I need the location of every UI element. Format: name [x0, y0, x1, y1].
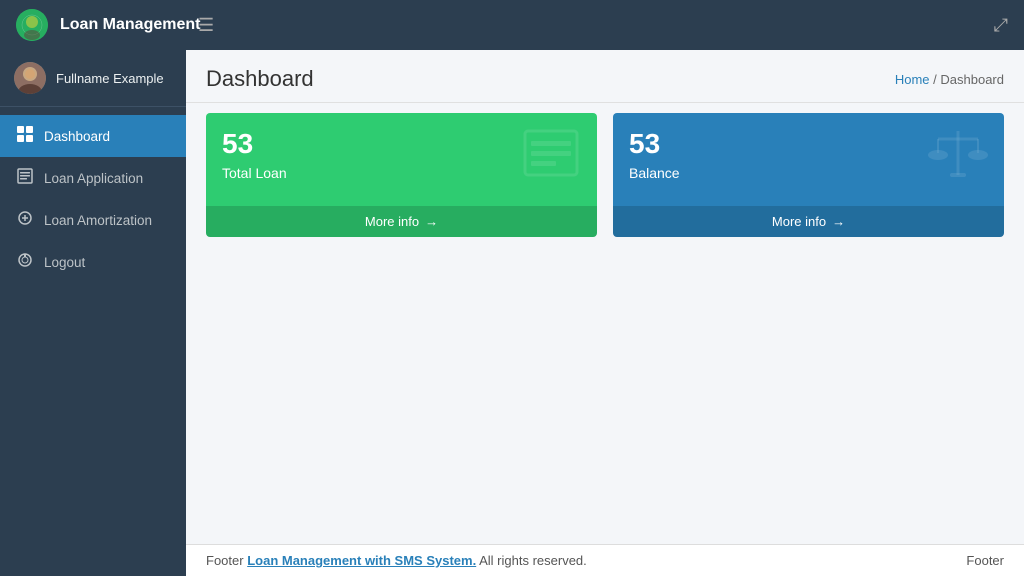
top-navbar: Loan Management ☰ ⤢: [0, 0, 1024, 50]
sidebar-item-logout-label: Logout: [44, 255, 85, 270]
footer-prefix: Footer: [206, 553, 244, 568]
footer-left: Footer Loan Management with SMS System. …: [206, 553, 587, 568]
hamburger-icon[interactable]: ☰: [198, 15, 214, 36]
page-footer: Footer Loan Management with SMS System. …: [186, 544, 1024, 576]
app-title: Loan Management: [60, 16, 200, 34]
main-layout: Fullname Example Dashboard: [0, 50, 1024, 576]
app-logo: [16, 9, 48, 41]
main-content: Dashboard Home / Dashboard 53 Total Loan: [186, 50, 1024, 576]
balance-arrow-icon: →: [832, 214, 845, 229]
balance-icon: [928, 123, 988, 192]
balance-card: 53 Balance: [613, 113, 1004, 237]
footer-link[interactable]: Loan Management with SMS System.: [247, 553, 476, 568]
content-header: Dashboard Home / Dashboard: [186, 50, 1024, 102]
breadcrumb-home[interactable]: Home: [895, 72, 930, 87]
breadcrumb-current: Dashboard: [940, 72, 1004, 87]
balance-value: 53: [629, 127, 680, 161]
content-body: 53 Total Loan M: [186, 103, 1024, 544]
navbar-left: Loan Management: [16, 9, 200, 41]
loan-amort-icon: [16, 210, 34, 230]
sidebar-user: Fullname Example: [0, 50, 186, 107]
sidebar-item-logout[interactable]: Logout: [0, 241, 186, 283]
total-loan-more-info[interactable]: More info →: [206, 206, 597, 237]
balance-card-body: 53 Balance: [613, 113, 1004, 206]
balance-info: 53 Balance: [629, 127, 680, 181]
arrow-right-icon: →: [425, 214, 438, 229]
total-loan-card-body: 53 Total Loan: [206, 113, 597, 206]
footer-suffix: All rights reserved.: [479, 553, 587, 568]
sidebar-item-loan-amortization[interactable]: Loan Amortization: [0, 199, 186, 241]
sidebar-item-dashboard[interactable]: Dashboard: [0, 115, 186, 157]
sidebar-username: Fullname Example: [56, 71, 164, 86]
breadcrumb: Home / Dashboard: [895, 72, 1004, 87]
total-loan-value: 53: [222, 127, 287, 161]
total-loan-info: 53 Total Loan: [222, 127, 287, 181]
total-loan-icon: [521, 123, 581, 192]
avatar: [14, 62, 46, 94]
balance-label: Balance: [629, 165, 680, 181]
expand-icon[interactable]: ⤢: [994, 15, 1008, 36]
sidebar-item-loan-application[interactable]: Loan Application: [0, 157, 186, 199]
loan-app-icon: [16, 168, 34, 188]
dashboard-icon: [16, 126, 34, 146]
sidebar-item-loan-app-label: Loan Application: [44, 171, 143, 186]
total-loan-card: 53 Total Loan M: [206, 113, 597, 237]
footer-right: Footer: [966, 553, 1004, 568]
sidebar-item-dashboard-label: Dashboard: [44, 129, 110, 144]
sidebar-item-loan-amort-label: Loan Amortization: [44, 213, 152, 228]
cards-row: 53 Total Loan M: [206, 113, 1004, 237]
balance-more-info[interactable]: More info →: [613, 206, 1004, 237]
total-loan-label: Total Loan: [222, 165, 287, 181]
logout-icon: [16, 252, 34, 272]
sidebar-nav: Dashboard Loan Application: [0, 107, 186, 576]
sidebar: Fullname Example Dashboard: [0, 50, 186, 576]
page-title: Dashboard: [206, 66, 314, 92]
